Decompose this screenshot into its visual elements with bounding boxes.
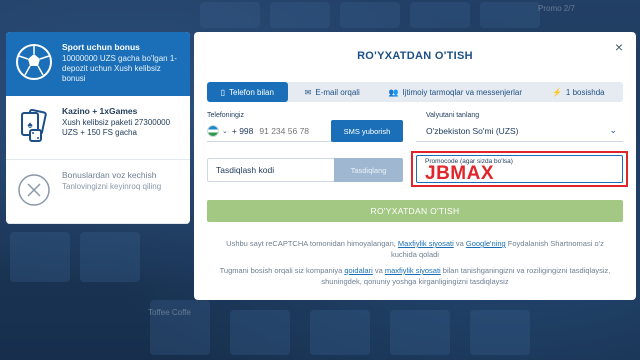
bonus-selection-panel: Sport uchun bonus 10000000 UZS gacha bo'…	[6, 32, 190, 224]
bonus-casino-desc: Xush kelibsiz paketi 27300000 UZS + 150 …	[62, 118, 171, 137]
terms-note: Tugmani bosish orqali siz kompaniya qoid…	[214, 265, 616, 287]
registration-modal: RO'YXATDAN O'TISH × ▯ Telefon bilan ✉ E-…	[194, 32, 636, 300]
phone-prefix: + 998	[231, 125, 254, 136]
phone-label: Telefoningiz	[207, 112, 244, 119]
google-terms-link[interactable]: Google'ning	[466, 239, 506, 248]
decline-x-icon	[14, 170, 54, 210]
send-sms-button[interactable]: SMS yuborish	[331, 120, 403, 142]
tab-email[interactable]: ✉ E-mail orqali	[288, 82, 377, 102]
privacy-link[interactable]: maxfiylik siyosati	[385, 266, 441, 275]
promocode-field[interactable]: Promocode (agar sizda bo'lsa) JBMAX	[416, 155, 623, 183]
register-button[interactable]: RO'YXATDAN O'TISH	[207, 200, 623, 222]
lightning-icon: ⚡	[551, 87, 562, 97]
mail-icon: ✉	[304, 87, 312, 97]
tab-social-label: Ijtimoiy tarmoqlar va messenjerlar	[402, 87, 523, 97]
close-icon[interactable]: ×	[612, 40, 626, 54]
soccer-ball-icon	[14, 42, 54, 82]
bonus-decline-desc: Tanlovingizni keyinroq qiling	[62, 182, 162, 191]
phone-input[interactable]	[259, 125, 330, 136]
cards-dice-icon: ♠	[14, 106, 54, 146]
confirm-code-button[interactable]: Tasdiqlang	[334, 158, 403, 182]
promocode-value[interactable]: JBMAX	[425, 164, 494, 183]
terms-note-and: va	[374, 266, 383, 275]
currency-value: O'zbekiston So'mi (UZS)	[426, 125, 519, 136]
bonus-option-sport[interactable]: Sport uchun bonus 10000000 UZS gacha bo'…	[6, 32, 190, 96]
currency-select[interactable]: O'zbekiston So'mi (UZS) ⌄	[416, 120, 623, 142]
terms-note-text: Tugmani bosish orqali siz kompaniya	[219, 266, 343, 275]
tab-email-label: E-mail orqali	[315, 87, 360, 97]
phone-icon: ▯	[220, 87, 225, 97]
bonus-option-casino[interactable]: ♠ Kazino + 1xGames Xush kelibsiz paketi …	[6, 96, 190, 160]
rules-link[interactable]: qoidalari	[344, 266, 372, 275]
modal-title: RO'YXATDAN O'TISH	[357, 50, 473, 62]
tab-one-click-label: 1 bosishda	[565, 87, 605, 97]
tab-one-click[interactable]: ⚡ 1 bosishda	[534, 82, 623, 102]
privacy-policy-link[interactable]: Maxfiylik siyosati	[398, 239, 454, 248]
chevron-down-icon: ⌄	[609, 125, 617, 135]
tab-social[interactable]: 👥 Ijtimoiy tarmoqlar va messenjerlar	[377, 82, 534, 102]
confirmation-code-input[interactable]: Tasdiqlash kodi	[207, 158, 335, 182]
users-icon: 👥	[388, 87, 399, 97]
chevron-down-icon[interactable]: ⌄	[222, 127, 228, 135]
recaptcha-note-text: Ushbu sayt reCAPTCHA tomonidan himoyalan…	[226, 239, 396, 248]
bonus-decline-title: Bonuslardan voz kechish	[62, 170, 157, 180]
bonus-sport-desc: 10000000 UZS gacha bo'lgan 1-depozit uch…	[62, 54, 177, 83]
recaptcha-note: Ushbu sayt reCAPTCHA tomonidan himoyalan…	[214, 238, 616, 260]
tab-phone[interactable]: ▯ Telefon bilan	[207, 82, 288, 102]
tab-phone-label: Telefon bilan	[229, 87, 274, 97]
bonus-sport-title: Sport uchun bonus	[62, 42, 140, 52]
bonus-option-decline[interactable]: Bonuslardan voz kechish Tanlovingizni ke…	[6, 160, 190, 224]
currency-label: Valyutani tanlang	[426, 112, 480, 119]
bonus-casino-title: Kazino + 1xGames	[62, 106, 138, 116]
recaptcha-note-and: va	[455, 239, 464, 248]
registration-method-tabs: ▯ Telefon bilan ✉ E-mail orqali 👥 Ijtimo…	[207, 82, 623, 102]
uzbekistan-flag-icon[interactable]	[207, 124, 219, 137]
